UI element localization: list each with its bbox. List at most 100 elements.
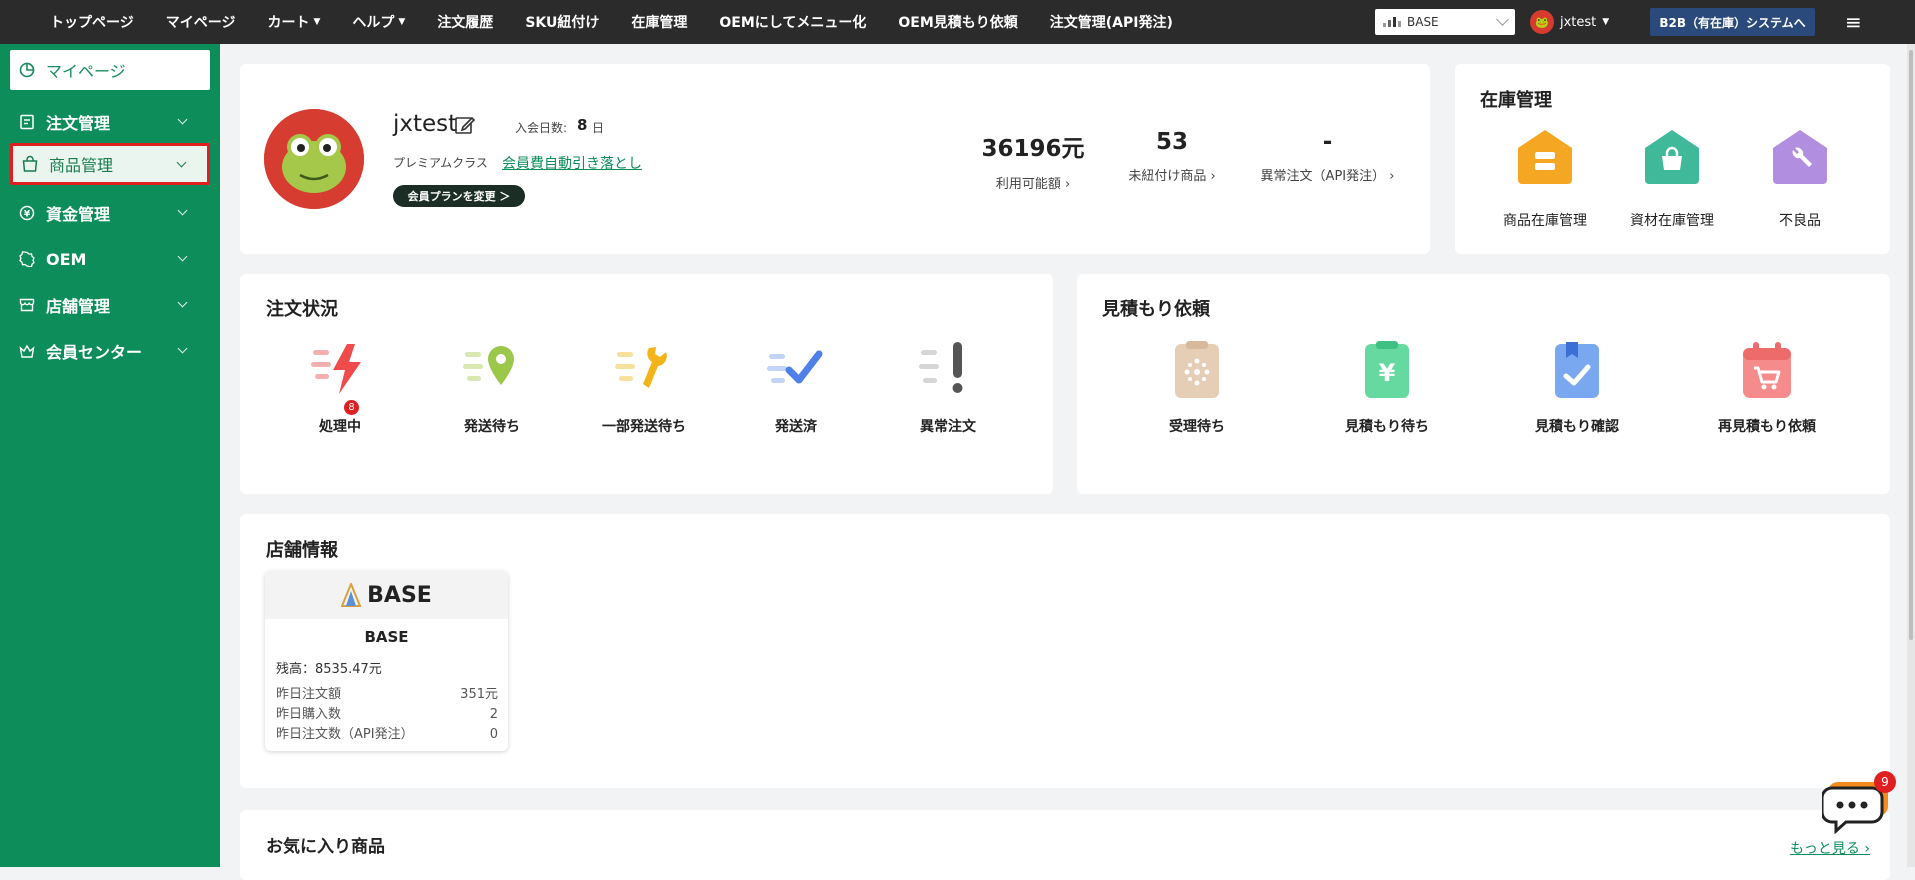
nav-inventory[interactable]: 在庫管理: [631, 12, 687, 32]
quote-status-label: 見積もり確認: [1535, 419, 1619, 435]
stat-available-amount[interactable]: 36196元 利用可能額 ›: [953, 129, 1113, 192]
edit-icon[interactable]: [454, 114, 476, 140]
sidebar-item-member-center[interactable]: 会員センター: [10, 331, 210, 371]
order-abnormal[interactable]: 異常注文: [883, 340, 1013, 436]
shop-stat-row: 昨日注文額 351元: [276, 687, 498, 702]
nav-help[interactable]: ヘルプ ▼: [352, 12, 405, 32]
chevron-down-icon: [1496, 13, 1509, 26]
product-stock-icon: [1516, 128, 1574, 186]
nav-order-history[interactable]: 注文履歴: [437, 12, 493, 32]
auto-debit-link[interactable]: 会員費自動引き落とし: [502, 153, 642, 173]
defective-label: 不良品: [1779, 213, 1821, 229]
quote-awaiting-acceptance[interactable]: 受理待ち: [1132, 340, 1262, 436]
nav-api-orders[interactable]: 注文管理(API発注): [1050, 12, 1173, 32]
sidebar-item-label: 資金管理: [46, 205, 111, 224]
quote-awaiting-estimate[interactable]: ¥ 見積もり待ち: [1322, 340, 1452, 436]
shop-tile-base[interactable]: BASE BASE 残高：8535.47元 昨日注文額 351元 昨日購入数 2 昨…: [265, 571, 508, 751]
order-partial-shipment[interactable]: 一部発送待ち: [579, 340, 709, 436]
shop-stat-row: 昨日注文数（API発注） 0: [276, 727, 498, 742]
stat-abnormal-orders[interactable]: - 異常注文（API発注） ›: [1240, 129, 1415, 184]
chevron-down-icon: [177, 343, 188, 354]
nav-sku-link[interactable]: SKU紐付け: [525, 12, 599, 32]
wrench-icon: [613, 340, 675, 400]
location-pin-icon: [461, 340, 523, 400]
avatar: 🐸: [1530, 10, 1554, 34]
store-icon: [18, 296, 36, 314]
pie-chart-icon: [18, 61, 36, 79]
calendar-cart-icon: [1736, 340, 1798, 400]
scrollbar-thumb[interactable]: [1909, 50, 1913, 640]
processing-badge: 8: [344, 400, 359, 415]
chevron-down-icon: [177, 297, 188, 308]
sidebar-item-label: 店舗管理: [46, 297, 111, 316]
chevron-down-icon: [176, 157, 187, 168]
member-class: プレミアムクラス: [393, 156, 488, 170]
stat-label: 未紐付け商品 ›: [1128, 169, 1216, 184]
stat-unlinked-products[interactable]: 53 未紐付け商品 ›: [1092, 129, 1252, 184]
user-menu[interactable]: 🐸 jxtest ▼: [1530, 10, 1609, 34]
nav-oem-quote[interactable]: OEM見積もり依頼: [898, 12, 1017, 32]
nav-my-page[interactable]: マイページ: [166, 12, 236, 32]
crown-icon: [18, 342, 36, 360]
favorites-card: お気に入り商品 もっと見る ›: [240, 810, 1890, 880]
order-status-label: 発送済: [775, 419, 817, 435]
see-more-link[interactable]: もっと見る ›: [1790, 838, 1870, 858]
caret-down-icon: ▼: [1602, 17, 1610, 27]
material-stock-item[interactable]: 資材在庫管理: [1608, 128, 1736, 230]
quote-re-request[interactable]: 再見積もり依頼: [1702, 340, 1832, 436]
b2b-system-button[interactable]: B2B（有在庫）システムへ: [1650, 8, 1815, 36]
clipboard-check-icon: [1546, 340, 1608, 400]
order-processing[interactable]: 8 処理中: [275, 340, 405, 436]
checkmark-icon: [765, 340, 827, 400]
stat-value: 36196元: [981, 136, 1085, 162]
shop-name: BASE: [364, 628, 409, 646]
base-logo-icon: [341, 583, 362, 607]
shop-stat-row: 昨日購入数 2: [276, 707, 498, 722]
defective-item[interactable]: 不良品: [1736, 128, 1864, 230]
quote-status-label: 見積もり待ち: [1345, 419, 1429, 435]
inventory-title: 在庫管理: [1480, 90, 1552, 111]
sidebar-item-label: 会員センター: [46, 343, 143, 362]
sidebar-item-label: 商品管理: [49, 156, 114, 175]
order-shipped[interactable]: 発送済: [731, 340, 861, 436]
stat-label: 利用可能額 ›: [995, 177, 1071, 192]
sidebar-item-label: 注文管理: [46, 114, 111, 133]
order-awaiting-shipment[interactable]: 発送待ち: [427, 340, 557, 436]
shopping-bag-icon: [21, 155, 39, 173]
nav-top-page[interactable]: トップページ: [50, 12, 134, 32]
sidebar-item-label: OEM: [46, 249, 87, 269]
sidebar-item-mypage[interactable]: マイページ: [10, 50, 210, 90]
avatar: [264, 109, 364, 209]
member-days-label: 入会日数:: [515, 121, 568, 135]
order-status-label: 一部発送待ち: [602, 419, 686, 435]
sidebar-item-oem[interactable]: OEM: [10, 239, 210, 279]
chevron-down-icon: [177, 114, 188, 125]
product-stock-item[interactable]: 商品在庫管理: [1481, 128, 1609, 230]
top-nav: トップページ マイページ カート ▼ ヘルプ ▼ 注文履歴 SKU紐付け 在庫管理 …: [0, 0, 1205, 44]
stat-label: 異常注文（API発注） ›: [1260, 169, 1395, 184]
sidebar-item-products[interactable]: 商品管理: [10, 143, 210, 185]
member-days-value: 8: [577, 116, 588, 134]
material-stock-icon: [1643, 128, 1701, 186]
shop-select[interactable]: BASE: [1375, 9, 1515, 35]
sidebar-item-funds[interactable]: ¥ 資金管理: [10, 193, 210, 233]
nav-cart[interactable]: カート ▼: [267, 12, 320, 32]
svg-text:¥: ¥: [24, 210, 31, 220]
nav-oem-menu[interactable]: OEMにしてメニュー化: [719, 12, 866, 32]
sidebar-item-orders[interactable]: 注文管理: [10, 102, 210, 142]
stat-value: 53: [1155, 129, 1188, 155]
chat-badge: 9: [1874, 771, 1896, 793]
sidebar-item-stores[interactable]: 店舗管理: [10, 285, 210, 325]
exclamation-icon: [917, 340, 979, 400]
quote-confirm[interactable]: 見積もり確認: [1512, 340, 1642, 436]
shop-logo-text: BASE: [367, 582, 432, 608]
shop-info-card: 店舗情報 BASE BASE 残高：8535.47元 昨日注文額 351元 昨日購…: [240, 514, 1890, 788]
yen-icon: ¥: [18, 204, 36, 222]
change-plan-button[interactable]: 会員プランを変更 ＞: [393, 185, 525, 207]
base-logo-icon: [1383, 17, 1401, 27]
wrench-icon: [1771, 128, 1829, 186]
lightning-icon: 8: [309, 340, 371, 415]
shop-balance: 残高：8535.47元: [276, 662, 382, 677]
menu-icon[interactable]: ≡: [1845, 10, 1862, 34]
favorites-title: お気に入り商品: [266, 837, 385, 857]
